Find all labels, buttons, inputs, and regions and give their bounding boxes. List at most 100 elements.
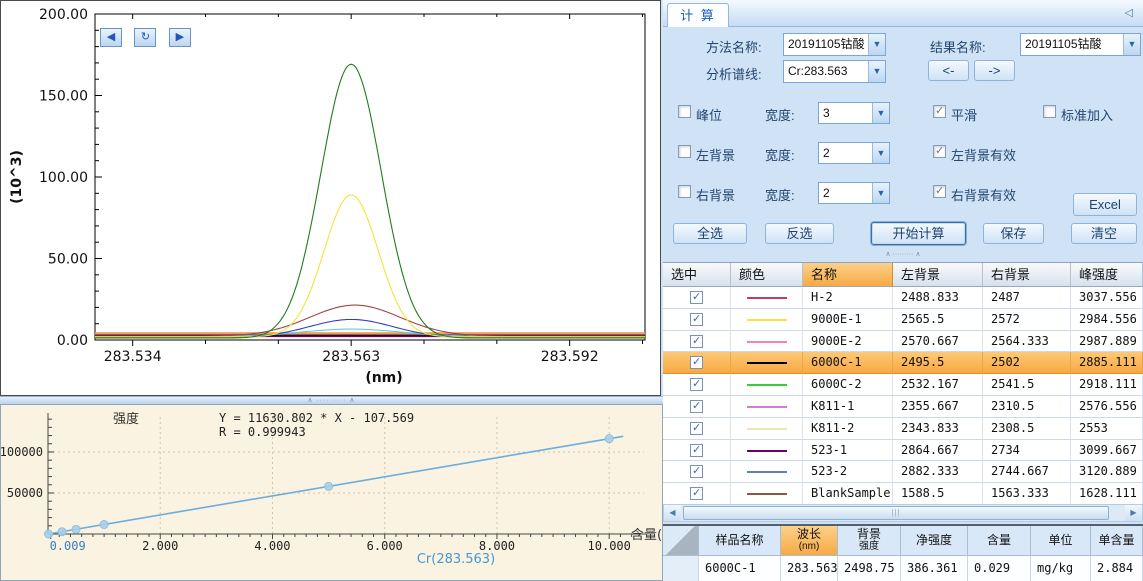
prev-result-button[interactable]: <- [928,60,969,81]
smooth-label: 平滑 [951,105,977,124]
result-header-3[interactable]: 净强度 [901,526,968,556]
result-header-6[interactable]: 单含量 [1091,526,1143,556]
table-row[interactable]: 6000C-22532.1672541.52918.111 [663,374,1143,396]
column-header-3[interactable]: 左背景 [893,263,983,287]
refresh-button[interactable]: ↻ [134,28,156,47]
result-name-combo[interactable]: 20191105钴酸 ▼ [1020,33,1141,56]
svg-text:4.000: 4.000 [254,539,290,553]
chevron-down-icon[interactable]: ▼ [872,143,889,163]
spectral-chart[interactable]: 0.0050.00100.00150.00200.00283.534283.56… [1,1,660,395]
left-bg-width-combo[interactable]: 2 ▼ [818,142,890,164]
row-checkbox[interactable] [690,400,703,413]
standard-addition-checkbox[interactable] [1043,105,1056,118]
column-header-4[interactable]: 右背景 [983,263,1071,287]
scroll-right-icon[interactable]: ▶ [1125,505,1142,521]
row-checkbox[interactable] [690,356,703,369]
result-header-2[interactable]: 背景强度 [838,526,901,556]
chevron-down-icon[interactable]: ▼ [1123,34,1140,55]
peak-width-value: 3 [823,103,871,123]
next-result-button[interactable]: -> [974,60,1015,81]
row-checkbox[interactable] [690,487,703,500]
result-header-5[interactable]: 单位 [1031,526,1091,556]
start-calculation-button[interactable]: 开始计算 [871,222,966,245]
left-background-checkbox[interactable] [678,145,691,158]
table-splitter[interactable]: ∧ ········· ∧ [663,249,1143,262]
cell: 6000C-2 [803,374,893,396]
result-cell: mg/kg [1031,556,1091,581]
calibration-point[interactable] [325,482,333,490]
color-swatch [747,384,787,386]
method-name-combo[interactable]: 20191105钴酸 ▼ [783,33,886,56]
result-header-0[interactable]: 样品名称 [699,526,781,556]
right-bg-valid-checkbox[interactable] [933,185,946,198]
next-scan-button[interactable]: ▶ [169,28,191,47]
left-bg-valid-checkbox[interactable] [933,145,946,158]
analysis-line-combo[interactable]: Cr:283.563 ▼ [783,60,886,83]
tab-calculate[interactable]: 计 算 [667,3,729,27]
table-row[interactable]: 9000E-22570.6672564.3332987.889 [663,331,1143,353]
chevron-down-icon[interactable]: ▼ [872,183,889,203]
table-row[interactable]: 6000C-12495.525022885.111 [663,352,1143,374]
cell: 2987.889 [1071,331,1143,353]
cell: 2502 [983,352,1071,374]
calibration-point[interactable] [72,525,80,533]
select-all-button[interactable]: 全选 [673,223,747,244]
result-row-selector[interactable] [663,556,699,581]
row-checkbox[interactable] [690,422,703,435]
row-checkbox[interactable] [690,335,703,348]
cell: 3099.667 [1071,440,1143,462]
cell: 2532.167 [893,374,983,396]
scrollbar-thumb[interactable]: ||| [683,506,1109,520]
result-header-1[interactable]: 波长(nm) [781,526,838,556]
width3-label: 宽度: [765,185,795,204]
row-checkbox[interactable] [690,444,703,457]
collapse-panel-icon[interactable]: ◁ [1125,6,1133,19]
column-header-1[interactable]: 颜色 [731,263,803,287]
result-header-4[interactable]: 含量 [968,526,1031,556]
column-header-0[interactable]: 选中 [663,263,731,287]
svg-text:100.00: 100.00 [39,170,88,186]
table-h-scrollbar[interactable]: ◀ ▶ ||| [663,504,1143,522]
cell: 2488.833 [893,287,983,309]
calibration-point[interactable] [605,435,613,443]
smooth-checkbox[interactable] [933,105,946,118]
row-checkbox[interactable] [690,313,703,326]
row-checkbox[interactable] [690,465,703,478]
horizontal-splitter[interactable]: ∧ ········· ∧ [0,396,663,404]
excel-button[interactable]: Excel [1073,193,1137,216]
calibration-chart[interactable]: 500001000000.0092.0004.0006.0008.00010.0… [1,405,662,580]
chevron-down-icon[interactable]: ▼ [872,103,889,123]
right-bg-width-combo[interactable]: 2 ▼ [818,182,890,204]
table-row[interactable]: 523-12864.66727343099.667 [663,440,1143,462]
table-row[interactable]: K811-22343.8332308.52553 [663,418,1143,440]
column-header-5[interactable]: 峰强度 [1071,263,1143,287]
peak-width-combo[interactable]: 3 ▼ [818,102,890,124]
calibration-point[interactable] [45,530,53,538]
table-row[interactable]: 9000E-12565.525722984.556 [663,309,1143,331]
cell: 2572 [983,309,1071,331]
chevron-down-icon[interactable]: ▼ [868,34,885,55]
table-row[interactable]: 523-22882.3332744.6673120.889 [663,461,1143,483]
clear-button[interactable]: 清空 [1071,223,1137,244]
save-button[interactable]: 保存 [983,223,1044,244]
svg-text:10.000: 10.000 [588,539,631,553]
prev-scan-button[interactable]: ◀ [100,28,122,47]
sample-table: 选中颜色名称左背景右背景峰强度H-22488.83324873037.55690… [663,262,1143,504]
table-row[interactable]: K811-12355.6672310.52576.556 [663,396,1143,418]
table-row[interactable]: H-22488.83324873037.556 [663,287,1143,309]
svg-text:283.563: 283.563 [322,349,380,365]
result-table-corner[interactable] [663,526,699,556]
chevron-down-icon[interactable]: ▼ [868,61,885,82]
table-row[interactable]: BlankSample11588.51563.3331628.111 [663,483,1143,505]
cell: 2495.5 [893,352,983,374]
row-checkbox[interactable] [690,291,703,304]
peak-position-checkbox[interactable] [678,105,691,118]
invert-selection-button[interactable]: 反选 [765,223,834,244]
calibration-point[interactable] [58,528,66,536]
calibration-point[interactable] [100,521,108,529]
svg-text:150.00: 150.00 [39,89,88,105]
scroll-left-icon[interactable]: ◀ [664,505,681,521]
right-background-checkbox[interactable] [678,185,691,198]
column-header-2[interactable]: 名称 [803,263,893,287]
row-checkbox[interactable] [690,378,703,391]
